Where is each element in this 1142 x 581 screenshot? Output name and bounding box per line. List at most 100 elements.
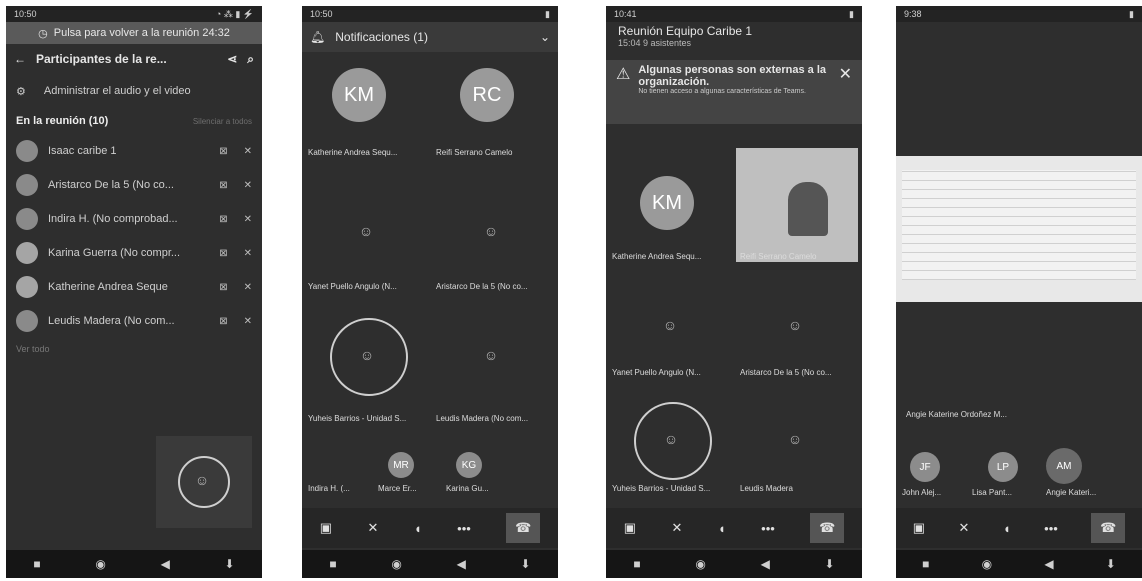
tile-name: Yanet Puello Angulo (N...: [612, 368, 701, 377]
status-time: 9:38: [904, 9, 922, 19]
camera-off-icon: ⊠: [219, 179, 228, 191]
mic-off-icon[interactable]: ✕: [671, 520, 682, 536]
more-icon[interactable]: •••: [761, 521, 775, 536]
status-time: 10:50: [310, 9, 333, 19]
speaker-icon[interactable]: ◖: [414, 521, 422, 536]
tile-name: Lisa Pant...: [972, 488, 1013, 497]
camera-off-icon: ⊠: [219, 315, 228, 327]
mic-off-icon: ✕: [243, 179, 252, 191]
tile-name: Aristarco De la 5 (No co...: [436, 282, 528, 291]
square-icon[interactable]: ■: [633, 557, 640, 571]
back-icon[interactable]: ◀: [1044, 557, 1053, 571]
participant-name: Karina Guerra (No compr...: [48, 247, 181, 259]
hang-up-button[interactable]: ☎: [506, 513, 541, 543]
home-icon[interactable]: ◉: [95, 557, 105, 571]
back-icon[interactable]: ◀: [457, 557, 466, 571]
more-icon[interactable]: •••: [1044, 521, 1058, 536]
participant-name: Isaac caribe 1: [48, 145, 117, 157]
person-icon: ☺: [483, 223, 499, 239]
mic-off-icon: ✕: [243, 281, 252, 293]
tile-name: Reifi Serrano Camelo: [740, 252, 817, 261]
tile-name: Marce Er...: [378, 484, 417, 493]
notifications-bar[interactable]: 🔔︎ Notificaciones (1) ⌄: [302, 22, 558, 52]
participant-row[interactable]: Katherine Andrea Seque ⊠ ✕: [6, 270, 262, 304]
gear-icon: ⚙: [16, 85, 26, 98]
mic-off-icon[interactable]: ✕: [958, 520, 969, 536]
android-navbar: ■ ◉ ◀ ⬇: [896, 550, 1142, 578]
video-tile[interactable]: [736, 148, 858, 262]
phone-participants: 10:50 ◔ ⁂ ▮ ⚡ ◷ Pulsa para volver a la r…: [6, 6, 262, 578]
mic-off-icon[interactable]: ✕: [367, 520, 378, 536]
down-icon[interactable]: ⬇: [225, 557, 235, 571]
square-icon[interactable]: ■: [922, 557, 929, 571]
status-bar: 10:50 ◔ ⁂ ▮ ⚡: [6, 6, 262, 22]
speaker-icon[interactable]: ◖: [718, 521, 726, 536]
android-navbar: ■ ◉ ◀ ⬇: [6, 550, 262, 578]
speaker-icon[interactable]: ◖: [1003, 521, 1011, 536]
more-icon[interactable]: •••: [457, 521, 471, 536]
square-icon[interactable]: ■: [329, 557, 336, 571]
participant-row[interactable]: Aristarco De la 5 (No co... ⊠ ✕: [6, 168, 262, 202]
avatar: [16, 242, 38, 264]
phone-gallery: 10:50 ▮ 🔔︎ Notificaciones (1) ⌄ KM RC Kat…: [302, 6, 558, 578]
person-icon: ☺: [483, 347, 499, 363]
tile-name: Angie Kateri...: [1046, 488, 1097, 497]
status-time: 10:50: [14, 9, 37, 19]
avatar: [16, 310, 38, 332]
status-icons: ▮: [545, 8, 550, 19]
avatar-kg: KG: [456, 452, 482, 478]
camera-off-icon: ⊠: [219, 281, 228, 293]
back-icon[interactable]: ◀: [761, 557, 770, 571]
camera-off-icon[interactable]: ▣: [624, 520, 636, 536]
search-icon[interactable]: ⌕: [247, 52, 254, 67]
status-bar: 9:38 ▮: [896, 6, 1142, 22]
shared-screen[interactable]: [896, 156, 1142, 302]
close-icon[interactable]: ✕: [839, 64, 852, 120]
participant-row[interactable]: Karina Guerra (No compr... ⊠ ✕: [6, 236, 262, 270]
self-video-tile[interactable]: ☺: [156, 436, 252, 528]
home-icon[interactable]: ◉: [391, 557, 401, 571]
avatar: [16, 140, 38, 162]
mute-all-button[interactable]: Silenciar a todos: [193, 117, 252, 126]
camera-off-icon[interactable]: ▣: [320, 520, 332, 536]
tile-name: Karina Gu...: [446, 484, 489, 493]
manage-av-row[interactable]: ⚙ Administrar el audio y el video: [6, 74, 262, 108]
meeting-subtitle: 15:04 9 asistentes: [618, 38, 692, 48]
hang-up-button[interactable]: ☎: [1091, 513, 1126, 543]
return-banner[interactable]: ◷ Pulsa para volver a la reunión 24:32: [6, 22, 262, 44]
status-bar: 10:50 ▮: [302, 6, 558, 22]
participant-row[interactable]: Leudis Madera (No com... ⊠ ✕: [6, 304, 262, 338]
chevron-down-icon[interactable]: ⌄: [540, 30, 550, 44]
back-icon[interactable]: ◀: [161, 557, 170, 571]
in-meeting-section: En la reunión (10) Silenciar a todos: [6, 108, 262, 134]
hang-up-button[interactable]: ☎: [810, 513, 845, 543]
android-navbar: ■ ◉ ◀ ⬇: [606, 550, 862, 578]
square-icon[interactable]: ■: [33, 557, 40, 571]
participant-row[interactable]: Isaac caribe 1 ⊠ ✕: [6, 134, 262, 168]
person-icon: ☺: [358, 223, 374, 239]
call-controls: ▣ ✕ ◖ ••• ☎: [302, 508, 558, 548]
home-icon[interactable]: ◉: [695, 557, 705, 571]
tile-name: Leudis Madera: [740, 484, 793, 493]
avatar-jf: JF: [910, 452, 940, 482]
return-banner-text: Pulsa para volver a la reunión 24:32: [53, 27, 230, 39]
tile-name: Yuheis Barrios - Unidad S...: [612, 484, 711, 493]
phone-screen-share: 9:38 ▮ Angie Katerine Ordoñez M... JF LP …: [896, 6, 1142, 578]
home-icon[interactable]: ◉: [982, 557, 992, 571]
camera-off-icon[interactable]: ▣: [913, 520, 925, 536]
avatar-km: KM: [640, 176, 694, 230]
tile-name: John Alej...: [902, 488, 942, 497]
person-icon: ☺: [663, 431, 679, 447]
down-icon[interactable]: ⬇: [825, 557, 835, 571]
participant-list: Isaac caribe 1 ⊠ ✕ Aristarco De la 5 (No c…: [6, 134, 262, 338]
down-icon[interactable]: ⬇: [521, 557, 531, 571]
down-icon[interactable]: ⬇: [1106, 557, 1116, 571]
participant-row[interactable]: Indira H. (No comprobad... ⊠ ✕: [6, 202, 262, 236]
participant-name: Aristarco De la 5 (No co...: [48, 179, 174, 191]
avatar: [16, 174, 38, 196]
see-all-link[interactable]: Ver todo: [6, 338, 262, 360]
back-arrow-icon[interactable]: ←: [14, 52, 26, 66]
warning-icon: ⚠: [616, 66, 631, 83]
share-icon[interactable]: ⋖: [227, 52, 237, 66]
tile-name: Reifi Serrano Camelo: [436, 148, 513, 157]
